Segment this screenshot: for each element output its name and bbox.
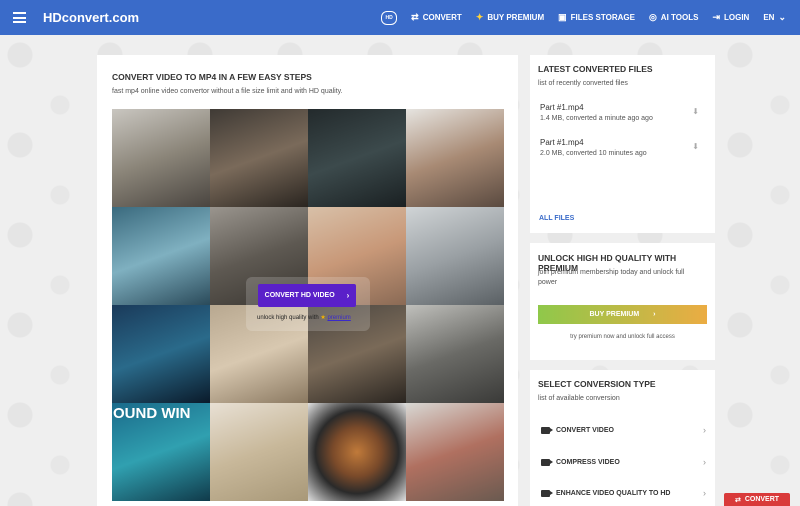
conversion-type-card: SELECT CONVERSION TYPE list of available…	[530, 370, 715, 506]
main-nav: HD ⇄ CONVERT ✦ BUY PREMIUM ▣ FILES STORA…	[367, 0, 786, 35]
all-files-link[interactable]: ALL FILES	[539, 215, 574, 222]
video-thumbnail	[406, 305, 504, 403]
conversion-item-label: ENHANCE VIDEO QUALITY TO HD	[556, 489, 671, 497]
video-camera-icon	[541, 458, 553, 466]
nav-convert[interactable]: ⇄ CONVERT	[411, 12, 462, 23]
download-icon[interactable]: ⬇	[692, 142, 699, 151]
conversion-item-compress-video[interactable]: COMPRESS VIDEO ›	[541, 455, 706, 469]
page-subtitle: fast mp4 online video convertor without …	[112, 88, 343, 95]
star-icon: ★	[320, 315, 326, 321]
top-header: HDconvert.com HD ⇄ CONVERT ✦ BUY PREMIUM…	[0, 0, 800, 35]
latest-converted-subtitle: list of recently converted files	[538, 80, 628, 87]
nav-hd[interactable]: HD	[381, 10, 398, 25]
login-icon: ⇥	[712, 12, 720, 22]
menu-icon[interactable]	[13, 12, 26, 23]
file-meta: 1.4 MB, converted a minute ago ago	[540, 115, 653, 122]
page-title: CONVERT VIDEO TO MP4 IN A FEW EASY STEPS	[112, 72, 312, 82]
chevron-right-icon: ›	[703, 457, 706, 467]
ai-icon: ◎	[648, 12, 657, 22]
conversion-item-enhance-video[interactable]: ENHANCE VIDEO QUALITY TO HD ›	[541, 486, 706, 500]
file-meta: 2.0 MB, converted 10 minutes ago	[540, 150, 647, 157]
nav-ai-tools[interactable]: ◎ AI TOOLS	[649, 12, 699, 23]
convert-icon: ⇄	[411, 12, 419, 22]
video-thumbnail	[112, 109, 210, 207]
download-icon[interactable]: ⬇	[692, 107, 699, 116]
premium-link[interactable]: premium	[327, 315, 350, 321]
latest-converted-title: LATEST CONVERTED FILES	[538, 64, 653, 74]
chevron-down-icon: ⌄	[778, 12, 786, 22]
video-thumbnail	[406, 403, 504, 501]
chevron-right-icon: ›	[346, 291, 350, 300]
conversion-type-subtitle: list of available conversion	[538, 395, 620, 402]
convert-icon: ⇄	[734, 496, 741, 504]
unlock-text: unlock high quality with	[257, 315, 319, 321]
language-selector[interactable]: EN ⌄	[763, 12, 786, 23]
video-thumbnail	[112, 305, 210, 403]
sparkle-icon: ✦	[475, 12, 484, 22]
language-label: EN	[763, 13, 775, 22]
premium-description: join premium membership today and unlock…	[538, 269, 685, 286]
file-name: Part #1.mp4	[540, 103, 584, 112]
file-item[interactable]: Part #1.mp4 1.4 MB, converted a minute a…	[540, 103, 705, 122]
chevron-right-icon: ›	[653, 311, 656, 318]
video-thumbnail	[308, 403, 406, 501]
floating-convert-label: CONVERT	[744, 496, 780, 503]
main-card: CONVERT VIDEO TO MP4 IN A FEW EASY STEPS…	[97, 55, 518, 506]
video-camera-icon	[541, 426, 553, 434]
buy-premium-button[interactable]: BUY PREMIUM ›	[538, 305, 707, 324]
video-thumbnail	[112, 207, 210, 305]
conversion-type-title: SELECT CONVERSION TYPE	[538, 379, 656, 389]
folder-icon: ▣	[558, 12, 567, 22]
nav-buy-premium[interactable]: ✦ BUY PREMIUM	[476, 12, 544, 23]
buy-premium-label: BUY PREMIUM	[589, 311, 640, 318]
latest-converted-card: LATEST CONVERTED FILES list of recently …	[530, 55, 715, 233]
video-thumbnail	[210, 403, 308, 501]
unlock-premium-line: unlock high quality with ★ premium	[257, 314, 351, 321]
convert-hd-video-button[interactable]: CONVERT HD VIDEO ›	[258, 284, 356, 307]
video-thumbnail	[406, 207, 504, 305]
chevron-right-icon: ›	[703, 488, 706, 498]
conversion-item-convert-video[interactable]: CONVERT VIDEO ›	[541, 423, 706, 437]
video-thumbnail	[406, 109, 504, 207]
video-thumbnail	[308, 109, 406, 207]
nav-files-storage-label: FILES STORAGE	[570, 13, 635, 22]
premium-card: UNLOCK HIGH HD QUALITY WITH PREMIUM join…	[530, 243, 715, 360]
video-thumbnail	[210, 109, 308, 207]
premium-note: try premium now and unlock full access	[570, 334, 675, 340]
tile-caption: OUND WIN	[113, 405, 191, 422]
conversion-item-label: COMPRESS VIDEO	[556, 458, 620, 466]
nav-convert-label: CONVERT	[422, 13, 462, 22]
file-item[interactable]: Part #1.mp4 2.0 MB, converted 10 minutes…	[540, 138, 705, 157]
conversion-item-label: CONVERT VIDEO	[556, 426, 614, 434]
nav-login-label: LOGIN	[723, 13, 750, 22]
nav-ai-tools-label: AI TOOLS	[660, 13, 699, 22]
file-name: Part #1.mp4	[540, 138, 584, 147]
floating-convert-button[interactable]: ⇄ CONVERT	[724, 493, 790, 506]
site-logo[interactable]: HDconvert.com	[43, 10, 139, 25]
nav-login[interactable]: ⇥ LOGIN	[712, 12, 749, 23]
nav-files-storage[interactable]: ▣ FILES STORAGE	[558, 12, 635, 23]
convert-hd-video-label: CONVERT HD VIDEO	[264, 292, 335, 299]
video-camera-icon	[541, 489, 553, 497]
nav-buy-premium-label: BUY PREMIUM	[487, 13, 545, 22]
chevron-right-icon: ›	[703, 425, 706, 435]
hd-icon: HD	[381, 10, 398, 25]
